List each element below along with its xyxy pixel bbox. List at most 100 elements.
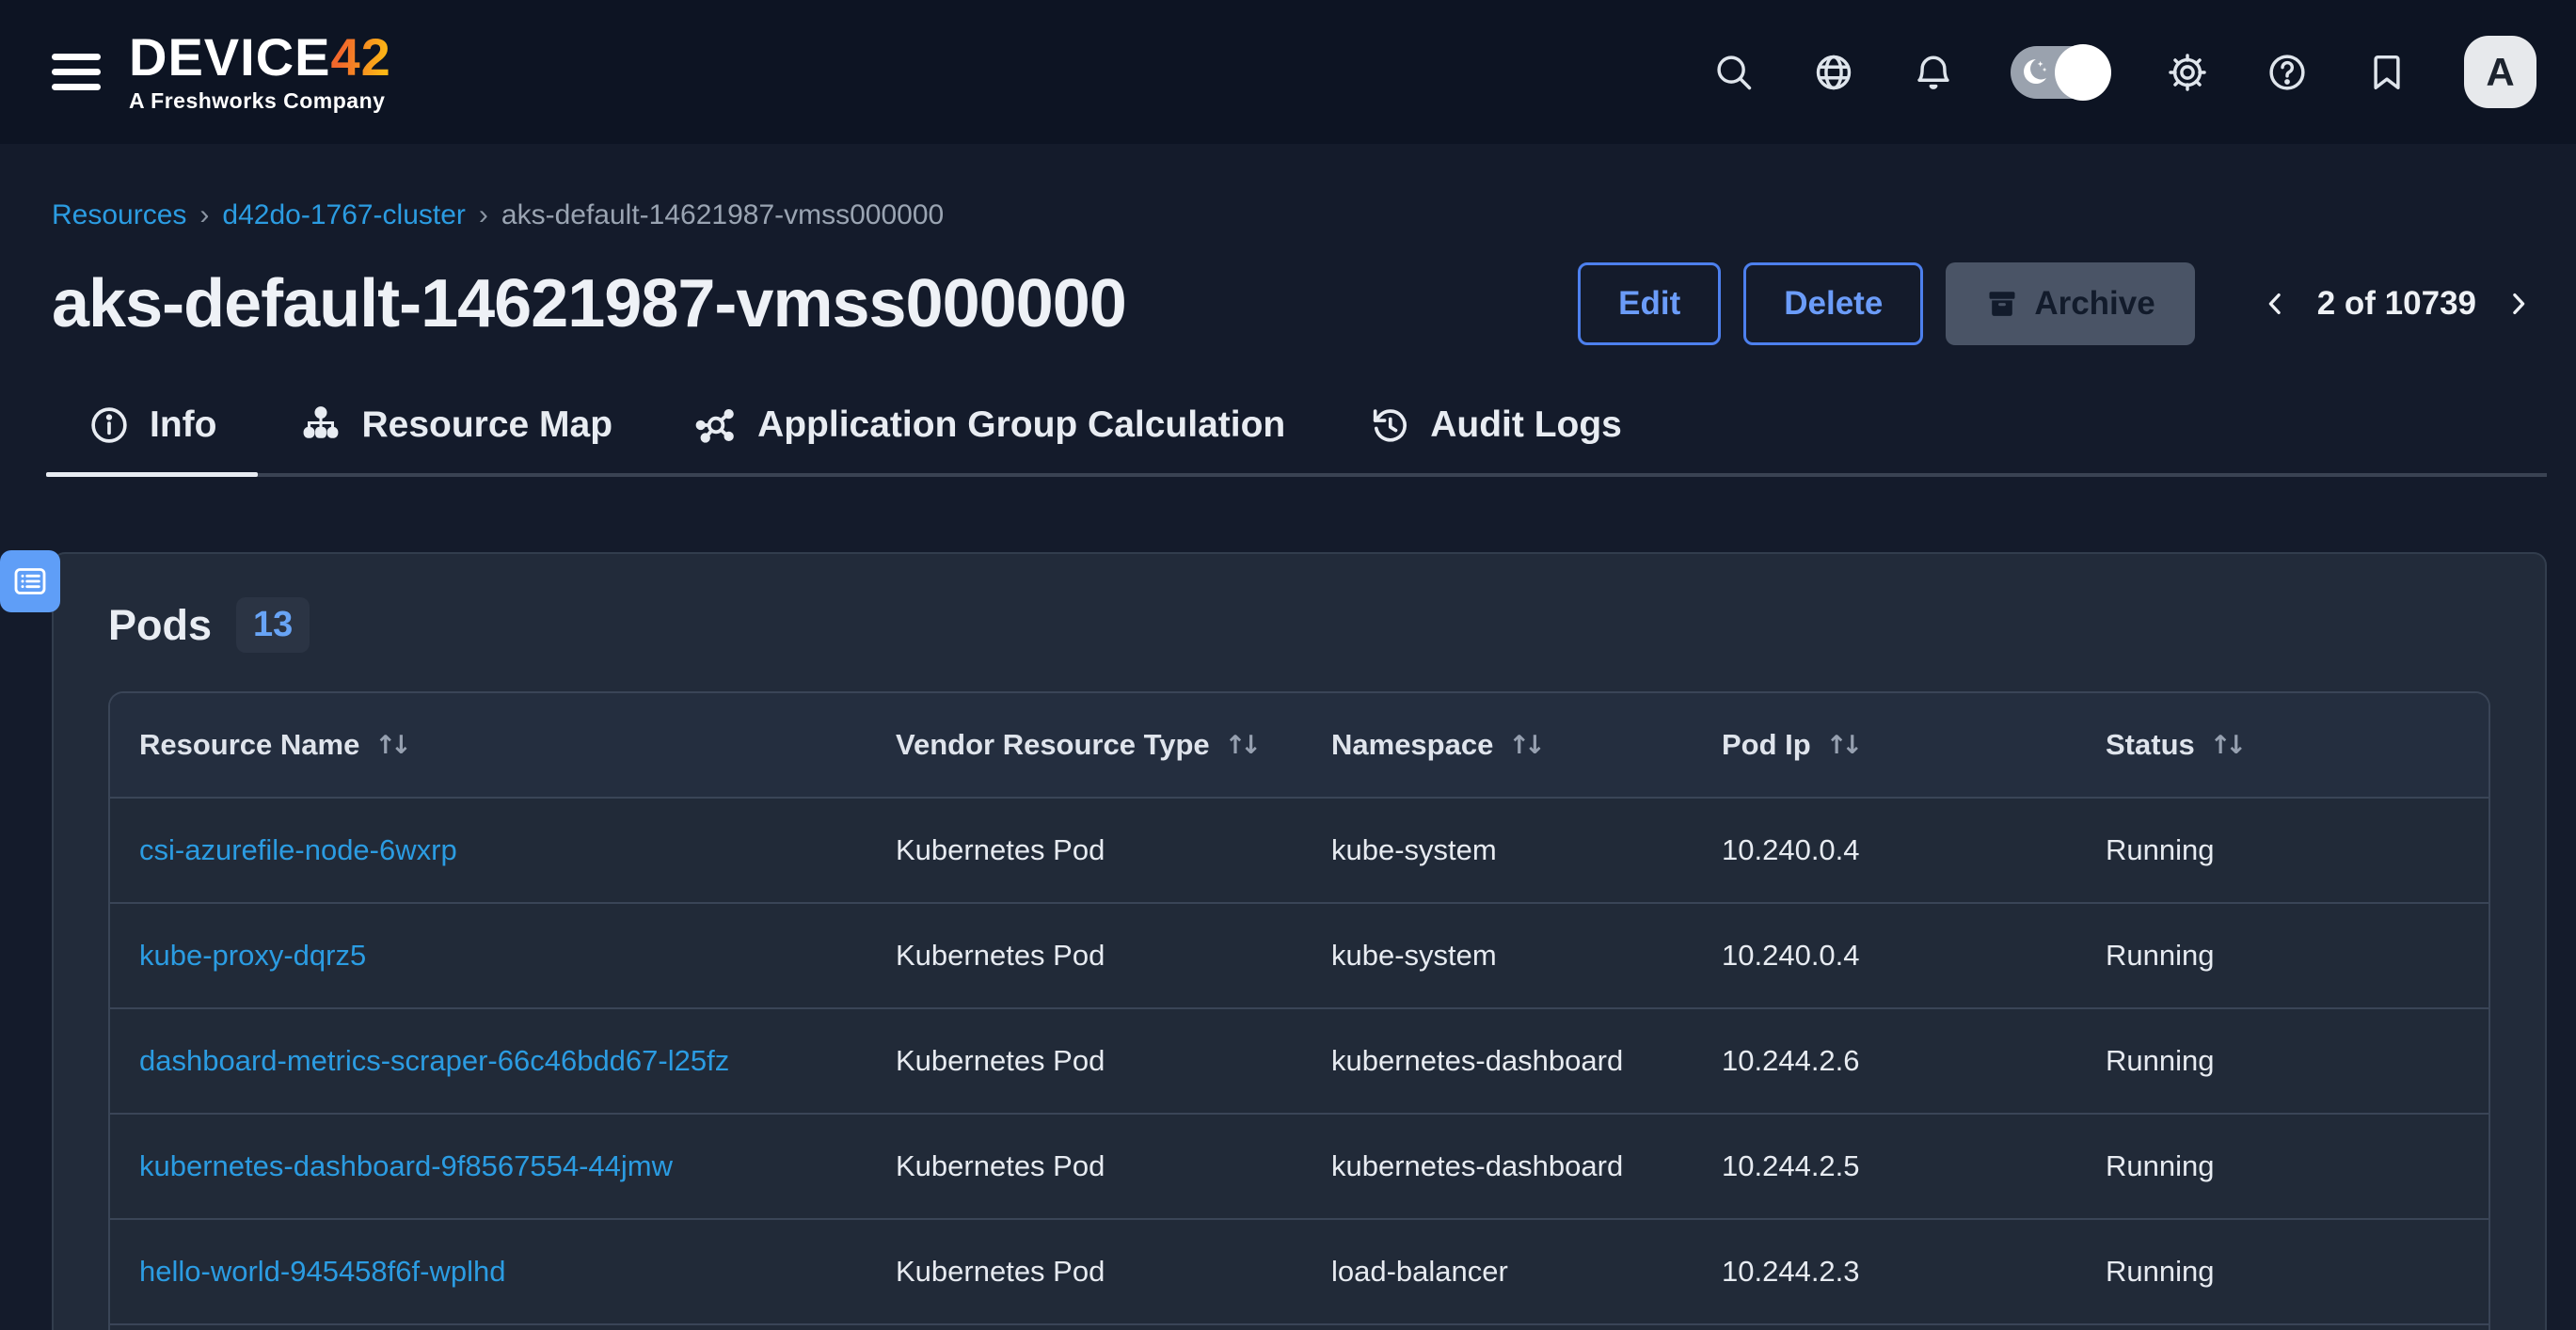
breadcrumb-separator: › [199, 197, 209, 234]
cell-value: Running [2106, 1255, 2214, 1288]
tab-info[interactable]: Info [46, 404, 258, 473]
cell-namespace: kubernetes-dashboard [1331, 1044, 1722, 1078]
dark-mode-toggle[interactable] [2011, 46, 2110, 99]
cell-value: 10.244.2.6 [1722, 1044, 1860, 1077]
tab-audit-logs[interactable]: Audit Logs [1327, 404, 1663, 473]
cell-pod_ip: 10.240.0.4 [1722, 833, 2106, 867]
bell-icon[interactable] [1911, 50, 1956, 95]
cell-value: 10.240.0.4 [1722, 939, 1860, 972]
resource-name-link[interactable]: csi-azurefile-node-6wxrp [139, 833, 457, 866]
prev-page-icon[interactable] [2257, 285, 2295, 323]
tab-audit-logs-label: Audit Logs [1430, 404, 1622, 446]
cell-value: kube-system [1331, 833, 1497, 866]
cell-value: Kubernetes Pod [896, 1255, 1105, 1288]
pagination: 2 of 10739 [2257, 285, 2536, 323]
cell-vendor_resource_type: Kubernetes Pod [896, 939, 1331, 973]
cell-vendor_resource_type: Kubernetes Pod [896, 1149, 1331, 1183]
column-label: Status [2106, 728, 2195, 762]
cell-value: Kubernetes Pod [896, 1044, 1105, 1077]
column-label: Resource Name [139, 728, 359, 762]
cell-value: Kubernetes Pod [896, 1149, 1105, 1182]
cell-value: kube-system [1331, 939, 1497, 972]
cell-resource_name: csi-azurefile-node-6wxrp [110, 833, 896, 867]
tab-application-group-calculation[interactable]: Application Group Calculation [654, 404, 1327, 473]
column-label: Namespace [1331, 728, 1493, 762]
resource-name-link[interactable]: hello-world-945458f6f-wplhd [139, 1255, 505, 1288]
cell-status: Running [2106, 1149, 2489, 1183]
sort-icon[interactable]: ↑↓ [374, 731, 411, 760]
sort-icon[interactable]: ↑↓ [1225, 731, 1262, 760]
cell-resource_name: hello-world-945458f6f-wplhd [110, 1255, 896, 1289]
help-icon[interactable] [2265, 50, 2310, 95]
gear-icon[interactable] [2165, 50, 2210, 95]
cell-namespace: kube-system [1331, 939, 1722, 973]
edit-button[interactable]: Edit [1578, 262, 1721, 345]
cell-value: Kubernetes Pod [896, 939, 1105, 972]
info-icon [87, 404, 131, 447]
list-icon [11, 562, 49, 600]
cell-pod_ip: 10.244.2.3 [1722, 1255, 2106, 1289]
tab-info-label: Info [150, 404, 216, 446]
cell-value: Running [2106, 939, 2214, 972]
cell-resource_name: kubernetes-dashboard-9f8567554-44jmw [110, 1149, 896, 1183]
resource-name-link[interactable]: kube-proxy-dqrz5 [139, 939, 366, 972]
column-header-vendor_resource_type[interactable]: Vendor Resource Type↑↓ [896, 728, 1331, 762]
pods-header: Pods 13 [108, 597, 2545, 653]
logo-tagline: A Freshworks Company [129, 88, 391, 114]
history-icon [1368, 404, 1411, 447]
archive-label: Archive [2034, 285, 2155, 323]
cell-namespace: kube-system [1331, 833, 1722, 867]
cell-value: Running [2106, 833, 2214, 866]
sort-icon[interactable]: ↑↓ [2210, 731, 2247, 760]
breadcrumb-resources[interactable]: Resources [52, 197, 186, 234]
sort-icon[interactable]: ↑↓ [1826, 731, 1863, 760]
resource-name-link[interactable]: dashboard-metrics-scraper-66c46bdd67-l25… [139, 1044, 729, 1077]
resource-name-link[interactable]: kubernetes-dashboard-9f8567554-44jmw [139, 1149, 673, 1182]
table-header-row: Resource Name↑↓Vendor Resource Type↑↓Nam… [110, 693, 2489, 799]
archive-button[interactable]: Archive [1946, 262, 2194, 345]
bookmark-icon[interactable] [2364, 50, 2409, 95]
table-row-partial [110, 1325, 2489, 1330]
column-header-namespace[interactable]: Namespace ↑↓ [1331, 728, 1722, 762]
avatar[interactable]: A [2464, 36, 2536, 108]
table-body: csi-azurefile-node-6wxrpKubernetes Podku… [110, 799, 2489, 1330]
hamburger-menu-icon[interactable] [52, 50, 101, 94]
molecule-icon [695, 404, 739, 447]
sidebar-toggle[interactable] [0, 550, 60, 612]
page-actions: Edit Delete Archive 2 of 10739 [1578, 262, 2536, 345]
cell-namespace: kubernetes-dashboard [1331, 1149, 1722, 1183]
page-title: aks-default-14621987-vmss000000 [52, 257, 1126, 351]
breadcrumb: Resources › d42do-1767-cluster › aks-def… [52, 197, 2524, 234]
sort-icon[interactable]: ↑↓ [1508, 731, 1545, 760]
cell-value: Kubernetes Pod [896, 833, 1105, 866]
cell-pod_ip: 10.244.2.5 [1722, 1149, 2106, 1183]
column-header-status[interactable]: Status ↑↓ [2106, 728, 2489, 762]
delete-button[interactable]: Delete [1743, 262, 1923, 345]
device42-logo[interactable]: DEVICE42 A Freshworks Company [129, 30, 391, 114]
column-header-resource_name[interactable]: Resource Name ↑↓ [110, 728, 896, 762]
next-page-icon[interactable] [2499, 285, 2536, 323]
table-row: csi-azurefile-node-6wxrp Kubernetes Pod ku… [110, 799, 2489, 904]
cell-vendor_resource_type: Kubernetes Pod [896, 833, 1331, 867]
cell-resource_name: kube-proxy-dqrz5 [110, 939, 896, 973]
cell-namespace: load-balancer [1331, 1255, 1722, 1289]
column-header-pod_ip[interactable]: Pod Ip↑↓ [1722, 728, 2106, 762]
tab-resource-map-label: Resource Map [361, 404, 612, 446]
cell-value: Running [2106, 1044, 2214, 1077]
cell-value: Running [2106, 1149, 2214, 1182]
info-panel: Pods 13 Resource Name↑↓Vendor Resource T… [52, 552, 2547, 1330]
cell-vendor_resource_type: Kubernetes Pod [896, 1044, 1331, 1078]
table-row: hello-world-945458f6f-wplhd Kubernetes Po… [110, 1220, 2489, 1325]
cell-value: 10.240.0.4 [1722, 833, 1860, 866]
globe-icon[interactable] [1811, 50, 1856, 95]
breadcrumb-current: aks-default-14621987-vmss000000 [501, 197, 944, 234]
cell-status: Running [2106, 1044, 2489, 1078]
search-icon[interactable] [1711, 50, 1757, 95]
tab-resource-map[interactable]: Resource Map [258, 404, 654, 473]
breadcrumb-separator: › [479, 197, 488, 234]
table-row: kubernetes-dashboard-9f8567554-44jmw Kube… [110, 1115, 2489, 1220]
brand: DEVICE42 A Freshworks Company [52, 30, 391, 114]
moon-icon [2016, 55, 2052, 90]
cell-status: Running [2106, 833, 2489, 867]
breadcrumb-cluster[interactable]: d42do-1767-cluster [222, 197, 466, 234]
